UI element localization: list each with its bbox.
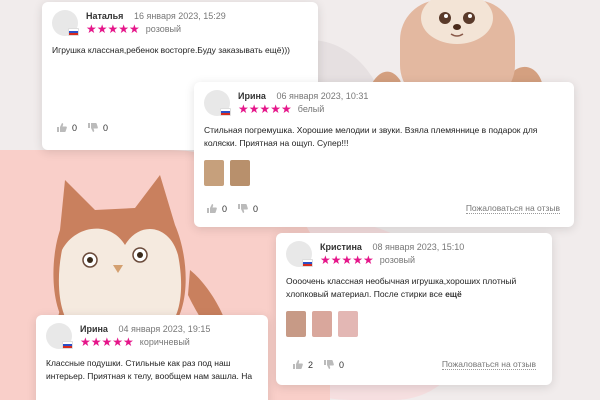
reviewer-name[interactable]: Наталья (86, 11, 123, 21)
product-color: розовый (145, 24, 182, 34)
review-text: Игрушка классная,ребенок восторге.Буду з… (52, 45, 290, 55)
review-text: Классные подушки. Стильные как раз под н… (46, 358, 253, 381)
dislike-count: 0 (339, 359, 345, 370)
reviewer-name[interactable]: Кристина (320, 242, 362, 252)
review-photo[interactable] (312, 311, 332, 337)
review-card: Ирина 04 января 2023, 19:15 ★★★★★ коричн… (36, 315, 268, 400)
thumbs-up-icon (57, 123, 67, 132)
dislike-button[interactable]: 0 (237, 203, 258, 214)
review-photo[interactable] (286, 311, 306, 337)
review-photo[interactable] (230, 160, 250, 186)
report-review-link[interactable]: Пожаловаться на отзыв (441, 359, 536, 370)
review-header: Наталья 16 января 2023, 15:29 ★★★★★ розо… (52, 10, 308, 36)
review-card: Кристина 08 января 2023, 15:10 ★★★★★ роз… (276, 233, 552, 385)
product-color: коричневый (139, 337, 190, 347)
thumbs-up-icon (293, 360, 303, 369)
review-photos (286, 311, 542, 337)
star-rating: ★★★★★ (86, 22, 140, 36)
avatar (286, 241, 313, 267)
review-date: 04 января 2023, 19:15 (118, 324, 211, 334)
review-date: 08 января 2023, 15:10 (372, 242, 465, 252)
like-button[interactable]: 0 (56, 122, 77, 133)
review-header: Кристина 08 января 2023, 15:10 ★★★★★ роз… (286, 241, 542, 267)
star-rating: ★★★★★ (320, 253, 374, 267)
like-button[interactable]: 0 (206, 203, 227, 214)
thumbs-down-icon (324, 360, 334, 369)
star-rating: ★★★★★ (80, 335, 134, 349)
dislike-button[interactable]: 0 (87, 122, 108, 133)
review-photo[interactable] (338, 311, 358, 337)
like-count: 2 (308, 359, 314, 370)
thumbs-up-icon (207, 204, 217, 213)
read-more-link[interactable]: ещё (445, 289, 462, 299)
dislike-count: 0 (253, 203, 259, 214)
product-color: белый (297, 104, 325, 114)
review-photo[interactable] (204, 160, 224, 186)
review-header: Ирина 04 января 2023, 19:15 ★★★★★ коричн… (46, 323, 258, 349)
like-button[interactable]: 2 (292, 359, 313, 370)
product-color: розовый (379, 255, 416, 265)
avatar (46, 323, 73, 349)
like-count: 0 (222, 203, 228, 214)
review-card: Ирина 06 января 2023, 10:31 ★★★★★ белый … (194, 82, 574, 227)
thumbs-down-icon (88, 123, 98, 132)
review-date: 06 января 2023, 10:31 (276, 91, 369, 101)
review-date: 16 января 2023, 15:29 (133, 11, 226, 21)
like-count: 0 (72, 122, 78, 133)
avatar (52, 10, 79, 36)
report-review-link[interactable]: Пожаловаться на отзыв (465, 203, 560, 214)
dislike-button[interactable]: 0 (323, 359, 344, 370)
dislike-count: 0 (103, 122, 109, 133)
star-rating: ★★★★★ (238, 102, 292, 116)
review-photos (204, 160, 564, 186)
reviewer-name[interactable]: Ирина (80, 324, 108, 334)
thumbs-down-icon (238, 204, 248, 213)
avatar (204, 90, 231, 116)
review-header: Ирина 06 января 2023, 10:31 ★★★★★ белый (204, 90, 564, 116)
review-text: Оооочень классная необычная игрушка,хоро… (286, 275, 536, 301)
reviewer-name[interactable]: Ирина (238, 91, 266, 101)
review-text-body: Оооочень классная необычная игрушка,хоро… (286, 276, 517, 299)
review-text: Стильная погремушка. Хорошие мелодии и з… (204, 125, 538, 148)
